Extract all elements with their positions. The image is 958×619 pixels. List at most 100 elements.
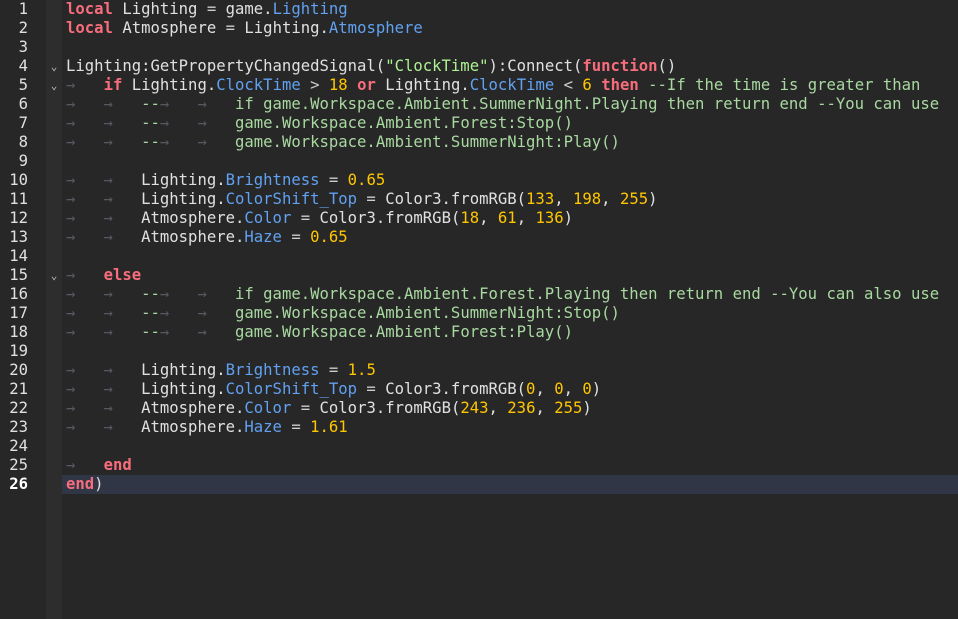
code-line[interactable]: → → Atmosphere.Color = Color3.fromRGB(24…: [66, 399, 958, 418]
line-number: 8: [18, 133, 28, 151]
code-line[interactable]: local Atmosphere = Lighting.Atmosphere: [66, 19, 958, 38]
line-number: 4: [18, 57, 28, 75]
code-token: =: [291, 209, 320, 227]
chevron-down-icon[interactable]: ⌄: [48, 266, 60, 285]
line-number: 24: [9, 437, 28, 455]
code-line[interactable]: [66, 38, 958, 57]
tab-arrow: → →: [159, 285, 235, 303]
code-token: Lighting.: [235, 19, 329, 37]
code-token: 243: [460, 399, 489, 417]
code-token: Lighting.: [141, 190, 226, 208]
code-token: =: [319, 171, 348, 189]
code-token: ,: [601, 190, 620, 208]
line-number: 20: [9, 361, 28, 379]
code-line[interactable]: local Lighting = game.Lighting: [66, 0, 958, 19]
tab-arrow: → →: [66, 190, 142, 208]
code-line[interactable]: → → Lighting.ColorShift_Top = Color3.fro…: [66, 190, 958, 209]
tab-arrow: → →: [66, 304, 142, 322]
script-editor[interactable]: 1 local Lighting = game.Lighting 2 local At…: [0, 0, 958, 619]
code-token: or: [357, 76, 376, 94]
code-token: Atmosphere.: [141, 399, 245, 417]
tab-arrow: → →: [159, 304, 235, 322]
code-line[interactable]: end): [62, 475, 958, 494]
line-number: 5: [18, 76, 28, 94]
code-token: =: [319, 361, 348, 379]
code-token: 133: [526, 190, 555, 208]
code-token: Lighting: [272, 0, 348, 18]
code-line[interactable]: → end: [66, 456, 958, 475]
tab-arrow: → →: [66, 323, 142, 341]
code-token: Color3.fromRGB(: [319, 399, 461, 417]
code-line[interactable]: → → --→ → game.Workspace.Ambient.SummerN…: [66, 304, 958, 323]
code-token: local: [66, 0, 113, 18]
code-token: game.Workspace.Ambient.Forest:Play(): [235, 323, 573, 341]
code-token: local: [66, 19, 113, 37]
code-token: "ClockTime": [385, 57, 489, 75]
code-token: --: [141, 323, 160, 341]
code-token: >: [300, 76, 329, 94]
code-line[interactable]: [66, 437, 958, 456]
tab-arrow: → →: [66, 361, 142, 379]
code-line[interactable]: → → Lighting.Brightness = 0.65: [66, 171, 958, 190]
code-token: --: [141, 95, 160, 113]
code-token: ClockTime: [469, 76, 555, 94]
line-number: 18: [9, 323, 28, 341]
code-line[interactable]: → → Lighting.Brightness = 1.5: [66, 361, 958, 380]
code-token: Atmosphere: [328, 19, 423, 37]
code-token: 0.65: [347, 171, 386, 189]
code-token: game.Workspace.Ambient.Forest:Stop(): [235, 114, 573, 132]
code-line[interactable]: → → Atmosphere.Haze = 0.65: [66, 228, 958, 247]
code-line[interactable]: → else: [66, 266, 958, 285]
code-token: Lighting:GetPropertyChangedSignal(: [66, 57, 386, 75]
code-line[interactable]: → → --→ → if game.Workspace.Ambient.Summ…: [66, 95, 958, 114]
code-line[interactable]: → if Lighting.ClockTime > 18 or Lighting…: [66, 76, 958, 95]
code-line[interactable]: → → --→ → game.Workspace.Ambient.Forest:…: [66, 323, 958, 342]
tab-arrow: → →: [159, 323, 235, 341]
code-token: ,: [479, 209, 498, 227]
code-token: 0: [554, 380, 564, 398]
code-line[interactable]: Lighting:GetPropertyChangedSignal("Clock…: [66, 57, 958, 76]
code-token: ColorShift_Top: [225, 190, 358, 208]
tab-arrow: → →: [66, 418, 142, 436]
chevron-down-icon[interactable]: ⌄: [48, 57, 60, 76]
code-line[interactable]: → → Atmosphere.Haze = 1.61: [66, 418, 958, 437]
code-line[interactable]: [66, 152, 958, 171]
code-token: =: [357, 190, 386, 208]
code-token: Lighting.: [141, 380, 226, 398]
tab-arrow: → →: [66, 399, 142, 417]
code-token: Lighting.: [141, 171, 226, 189]
line-number: 1: [18, 0, 28, 18]
code-line[interactable]: → → --→ → if game.Workspace.Ambient.Fore…: [66, 285, 958, 304]
code-token: Color: [244, 399, 292, 417]
code-token: --: [141, 114, 160, 132]
code-token: 6: [582, 76, 592, 94]
code-token: Atmosphere: [112, 19, 226, 37]
code-token: 198: [573, 190, 602, 208]
line-number: 19: [9, 342, 28, 360]
tab-arrow: → →: [66, 114, 142, 132]
code-token: Color: [244, 209, 292, 227]
code-line[interactable]: → → Lighting.ColorShift_Top = Color3.fro…: [66, 380, 958, 399]
code-token: 18: [328, 76, 348, 94]
tab-arrow: → →: [159, 95, 235, 113]
line-number: 16: [9, 285, 28, 303]
chevron-down-icon[interactable]: ⌄: [48, 76, 60, 95]
code-token: then: [601, 76, 639, 94]
code-line[interactable]: → → --→ → game.Workspace.Ambient.Forest:…: [66, 114, 958, 133]
line-number: 23: [9, 418, 28, 436]
line-number: 25: [9, 456, 28, 474]
tab-arrow: → →: [159, 114, 235, 132]
code-token: Atmosphere.: [141, 209, 245, 227]
code-line[interactable]: → → --→ → game.Workspace.Ambient.SummerN…: [66, 133, 958, 152]
code-token: ): [94, 475, 104, 493]
line-number: 14: [9, 247, 28, 265]
code-line[interactable]: [66, 247, 958, 266]
code-token: ClockTime: [216, 76, 301, 94]
line-number: 13: [9, 228, 28, 246]
code-token: ,: [535, 380, 555, 398]
code-token: 255: [554, 399, 583, 417]
code-token: ): [563, 209, 574, 227]
code-line[interactable]: → → Atmosphere.Color = Color3.fromRGB(18…: [66, 209, 958, 228]
code-line[interactable]: [66, 342, 958, 361]
tab-arrow: → →: [66, 209, 142, 227]
